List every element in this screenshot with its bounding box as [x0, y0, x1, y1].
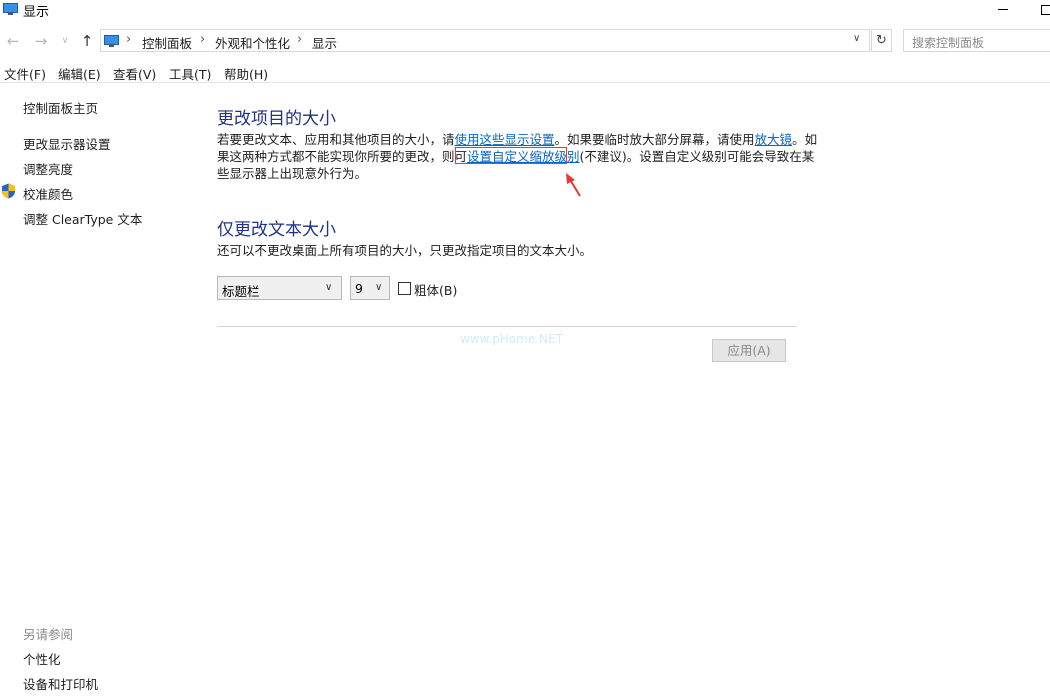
section-divider [217, 326, 797, 327]
paragraph-text: 。如 [792, 132, 818, 147]
back-button[interactable]: ← [3, 30, 23, 52]
menu-file[interactable]: 文件(F) [4, 64, 46, 83]
section-heading-change-size: 更改项目的大小 [217, 109, 336, 129]
bold-label[interactable]: 粗体(B) [414, 280, 457, 299]
breadcrumb-control-panel[interactable]: 控制面板 [142, 33, 192, 52]
chevron-down-icon: ∨ [375, 282, 383, 293]
annotation-highlight-box [455, 147, 567, 164]
up-button[interactable]: ↑ [78, 30, 96, 52]
breadcrumb-appearance[interactable]: 外观和个性化 [215, 33, 290, 52]
sidebar-item-devices-printers[interactable]: 设备和打印机 [23, 674, 98, 693]
monitor-icon [3, 3, 18, 15]
breadcrumb-separator: › [126, 32, 132, 47]
chevron-down-icon: ∨ [325, 282, 333, 293]
watermark: www.pHome.NET [460, 332, 563, 346]
menu-view[interactable]: 查看(V) [113, 64, 156, 83]
see-also-heading: 另请参阅 [23, 627, 74, 642]
breadcrumb-display[interactable]: 显示 [312, 33, 337, 52]
sidebar-item-personalization[interactable]: 个性化 [23, 649, 61, 668]
recent-locations-button[interactable]: ∨ [58, 30, 72, 52]
monitor-icon [104, 35, 119, 47]
item-select-value: 标题栏 [222, 284, 260, 299]
paragraph-text: (不建议)。设置自定义级别可能会导致在某 [579, 149, 815, 164]
paragraph-text: 果这两种方式都不能实现你所要的更改，则可 [217, 149, 468, 164]
refresh-button[interactable]: ↻ [871, 29, 892, 52]
paragraph-line-3: 些显示器上出现意外行为。 [217, 166, 368, 181]
sidebar-control-panel-home[interactable]: 控制面板主页 [23, 98, 98, 117]
breadcrumb-separator: › [297, 32, 303, 47]
menu-edit[interactable]: 编辑(E) [58, 64, 101, 83]
shield-icon [2, 183, 15, 199]
red-arrow-icon [566, 173, 581, 197]
forward-button[interactable]: → [31, 30, 51, 52]
search-placeholder: 搜索控制面板 [912, 36, 985, 50]
maximize-button[interactable] [1037, 0, 1050, 20]
breadcrumb-separator: › [200, 32, 206, 47]
menu-tools[interactable]: 工具(T) [169, 64, 211, 83]
paragraph-text: 若要更改文本、应用和其他项目的大小，请 [217, 132, 455, 147]
paragraph-text: 。如果要临时放大部分屏幕，请使用 [554, 132, 755, 147]
menu-help[interactable]: 帮助(H) [224, 64, 268, 83]
chevron-down-icon[interactable]: ∨ [853, 33, 860, 44]
minimize-button[interactable] [992, 0, 1014, 20]
apply-button[interactable]: 应用(A) [712, 339, 786, 362]
menu-divider [0, 82, 1050, 83]
bold-checkbox[interactable] [398, 282, 411, 295]
sidebar-item-cleartype[interactable]: 调整 ClearType 文本 [23, 209, 142, 228]
text-size-description: 还可以不更改桌面上所有项目的大小，只更改指定项目的文本大小。 [217, 243, 593, 258]
section-heading-text-size: 仅更改文本大小 [217, 220, 336, 240]
sidebar-item-display-settings[interactable]: 更改显示器设置 [23, 134, 111, 153]
display-settings-link[interactable]: 使用这些显示设置 [455, 132, 555, 147]
magnifier-link[interactable]: 放大镜 [755, 132, 793, 147]
window-title: 显示 [23, 5, 50, 20]
sidebar-item-calibrate-color[interactable]: 校准颜色 [23, 184, 73, 203]
sidebar-item-brightness[interactable]: 调整亮度 [23, 159, 73, 178]
size-select-value: 9 [355, 281, 363, 296]
title-bar [0, 0, 1050, 22]
